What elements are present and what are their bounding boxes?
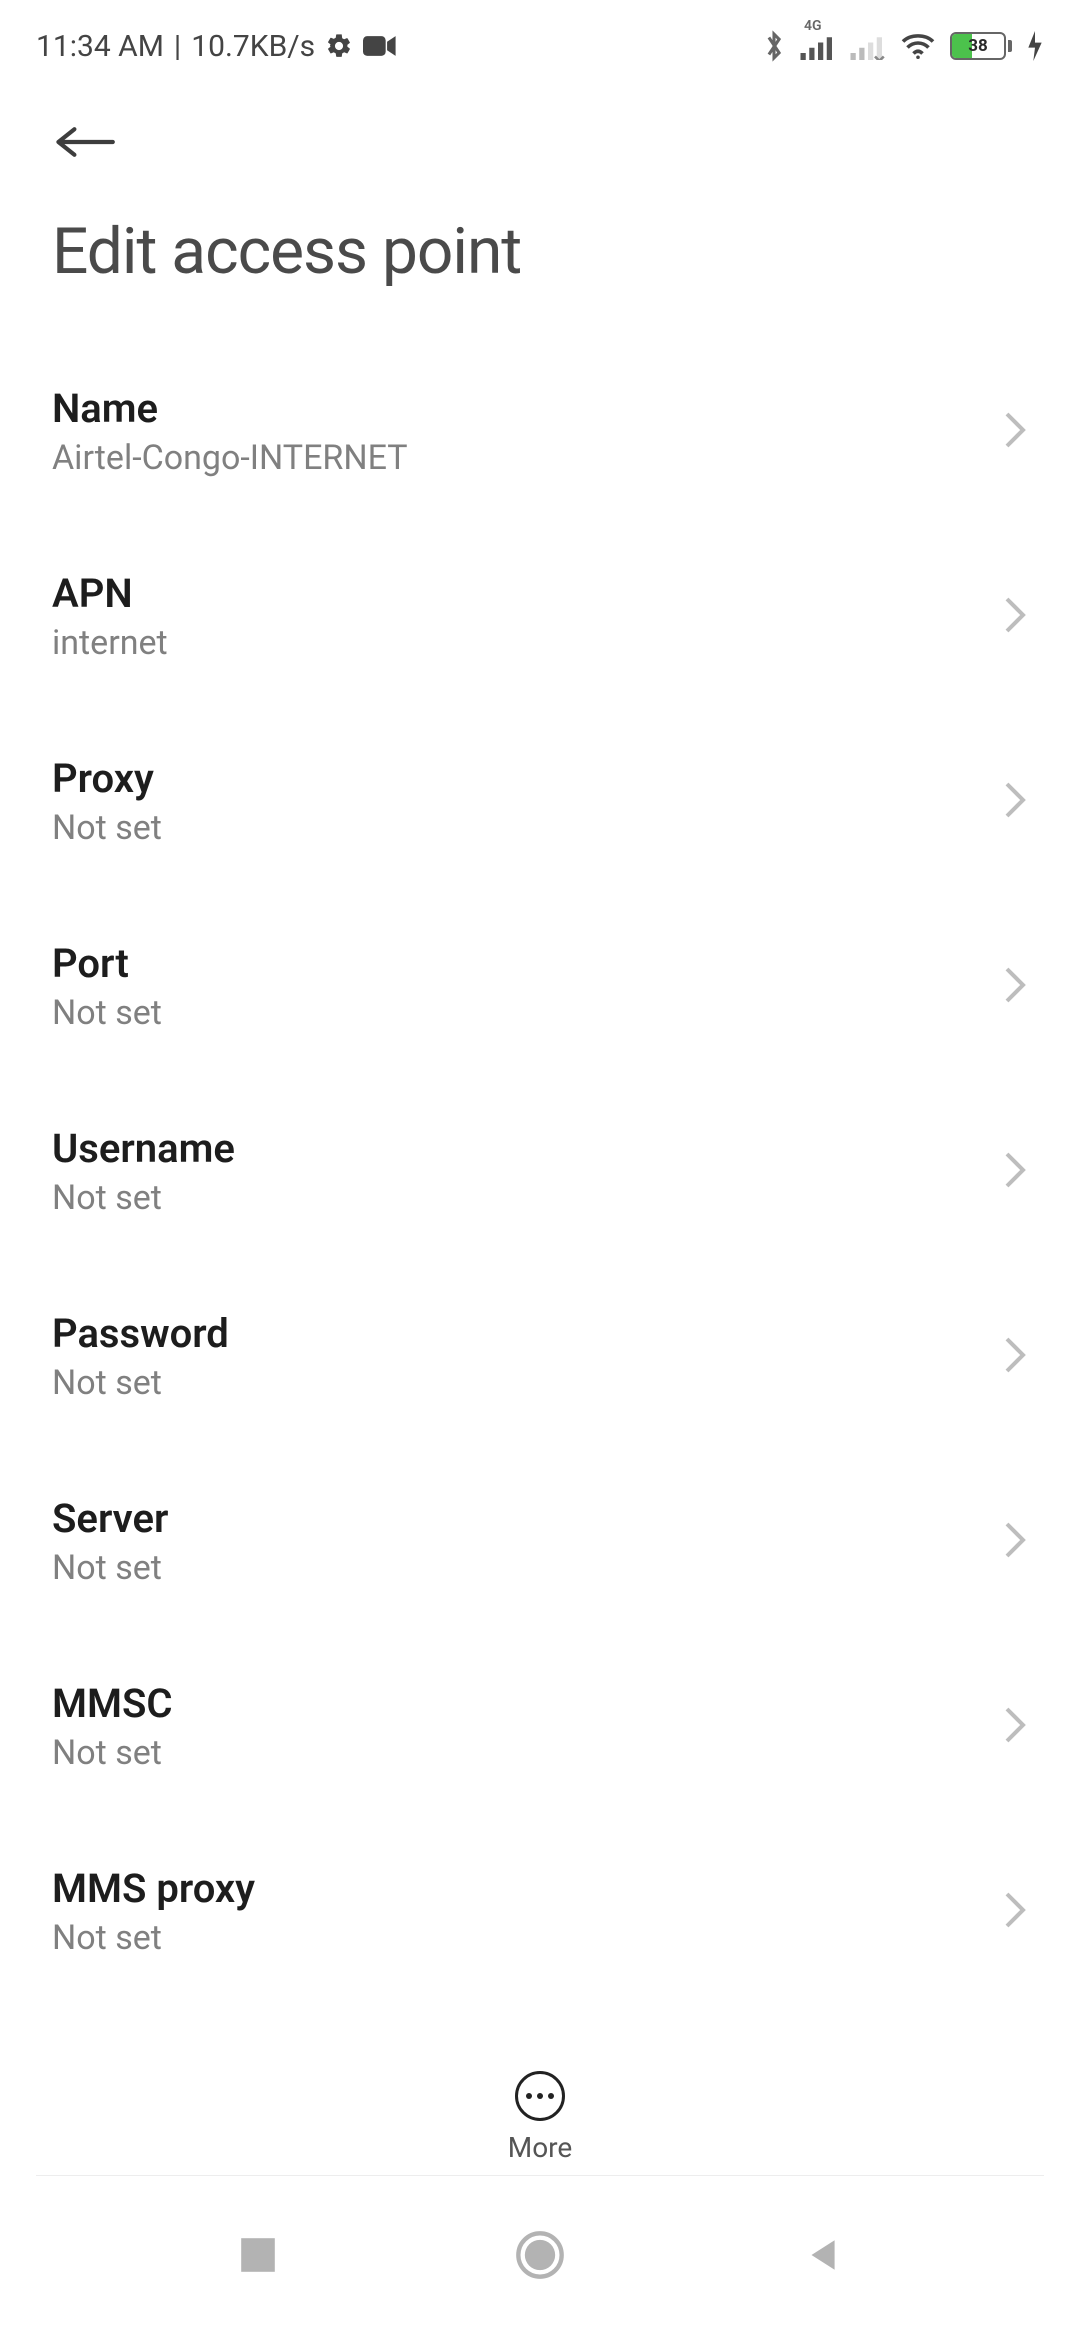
field-proxy[interactable]: Proxy Not set bbox=[52, 709, 1028, 894]
more-label: More bbox=[508, 2131, 573, 2164]
chevron-right-icon bbox=[1002, 595, 1028, 639]
signal-1-icon: 4G bbox=[800, 32, 836, 60]
gear-icon bbox=[325, 32, 353, 60]
field-label: Name bbox=[52, 385, 408, 432]
field-username[interactable]: Username Not set bbox=[52, 1079, 1028, 1264]
field-password[interactable]: Password Not set bbox=[52, 1264, 1028, 1449]
status-left: 11:34 AM | 10.7KB/s bbox=[36, 29, 397, 64]
chevron-right-icon bbox=[1002, 1335, 1028, 1379]
field-value: Not set bbox=[52, 993, 162, 1033]
nav-back-button[interactable] bbox=[801, 2234, 843, 2276]
chevron-right-icon bbox=[1002, 410, 1028, 454]
field-label: Server bbox=[52, 1495, 168, 1542]
more-button[interactable]: More bbox=[0, 2063, 1080, 2164]
field-value: Not set bbox=[52, 1363, 229, 1403]
field-mms-proxy[interactable]: MMS proxy Not set bbox=[52, 1819, 1028, 2004]
field-name[interactable]: Name Airtel-Congo-INTERNET bbox=[52, 339, 1028, 524]
field-value: Not set bbox=[52, 1733, 173, 1773]
status-data-rate: 10.7KB/s bbox=[191, 29, 315, 64]
field-label: Password bbox=[52, 1310, 229, 1357]
field-port[interactable]: Port Not set bbox=[52, 894, 1028, 1079]
signal-2-icon bbox=[850, 32, 886, 60]
charging-icon bbox=[1026, 31, 1044, 61]
field-value: Not set bbox=[52, 1548, 168, 1588]
field-label: Username bbox=[52, 1125, 235, 1172]
bluetooth-icon bbox=[762, 29, 786, 63]
chevron-right-icon bbox=[1002, 1150, 1028, 1194]
field-server[interactable]: Server Not set bbox=[52, 1449, 1028, 1634]
more-icon bbox=[515, 2071, 565, 2121]
field-label: Port bbox=[52, 940, 162, 987]
network-badge: 4G bbox=[804, 18, 822, 34]
bottom-divider bbox=[36, 2175, 1044, 2176]
field-value: Not set bbox=[52, 808, 162, 848]
status-sep: | bbox=[174, 29, 181, 64]
chevron-right-icon bbox=[1002, 1520, 1028, 1564]
chevron-right-icon bbox=[1002, 1890, 1028, 1934]
field-label: Proxy bbox=[52, 755, 162, 802]
status-time: 11:34 AM bbox=[36, 29, 164, 64]
nav-recents-button[interactable] bbox=[237, 2234, 279, 2276]
field-apn[interactable]: APN internet bbox=[52, 524, 1028, 709]
navigation-bar bbox=[0, 2190, 1080, 2340]
field-value: Not set bbox=[52, 1918, 255, 1958]
page-title: Edit access point bbox=[0, 178, 1080, 339]
field-value: Airtel-Congo-INTERNET bbox=[52, 438, 408, 478]
wifi-icon bbox=[900, 32, 936, 60]
status-bar: 11:34 AM | 10.7KB/s 4G 38 bbox=[0, 0, 1080, 80]
battery-icon: 38 bbox=[950, 32, 1012, 60]
field-label: APN bbox=[52, 570, 168, 617]
chevron-right-icon bbox=[1002, 780, 1028, 824]
chevron-right-icon bbox=[1002, 965, 1028, 1009]
field-value: Not set bbox=[52, 1178, 235, 1218]
field-value: internet bbox=[52, 623, 168, 663]
back-button[interactable] bbox=[52, 120, 116, 164]
status-right: 4G 38 bbox=[762, 29, 1044, 63]
field-mmsc[interactable]: MMSC Not set bbox=[52, 1634, 1028, 1819]
field-label: MMS proxy bbox=[52, 1865, 255, 1912]
toolbar bbox=[0, 80, 1080, 178]
settings-list: Name Airtel-Congo-INTERNET APN internet … bbox=[0, 339, 1080, 2004]
video-icon bbox=[363, 34, 397, 58]
field-label: MMSC bbox=[52, 1680, 173, 1727]
chevron-right-icon bbox=[1002, 1705, 1028, 1749]
nav-home-button[interactable] bbox=[514, 2229, 566, 2281]
